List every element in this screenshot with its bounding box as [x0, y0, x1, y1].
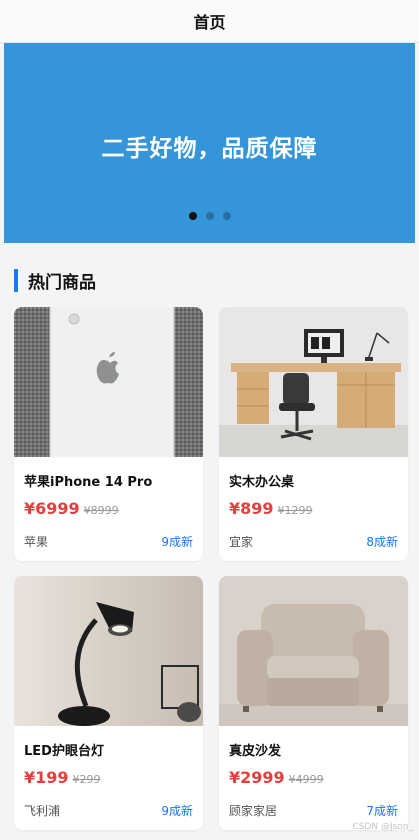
page-title: 首页: [193, 13, 226, 32]
carousel-dot[interactable]: [205, 212, 214, 220]
product-condition: 8成新: [366, 535, 398, 549]
product-price: ¥6999: [24, 499, 80, 518]
product-card[interactable]: 实木办公桌 ¥899 ¥1299 宜家 8成新: [219, 307, 408, 561]
banner-slogan: 二手好物，品质保障: [101, 136, 318, 162]
product-brand: 飞利浦: [24, 804, 61, 818]
price-row: ¥6999 ¥8999: [24, 499, 119, 518]
section-accent-bar: [14, 268, 18, 292]
product-price: ¥899: [229, 499, 274, 518]
meta-row: 苹果 9成新: [24, 533, 193, 550]
product-grid: 苹果iPhone 14 Pro ¥6999 ¥8999 苹果 9成新 实木办公桌…: [14, 307, 408, 830]
price-row: ¥899 ¥1299: [229, 499, 313, 518]
carousel-dot[interactable]: [188, 212, 197, 220]
product-name: 真皮沙发: [229, 744, 282, 759]
original-price: ¥4999: [288, 773, 324, 786]
product-card[interactable]: LED护眼台灯 ¥199 ¥299 飞利浦 9成新: [14, 576, 203, 830]
desk-lamp-photo: [14, 576, 203, 726]
armchair-photo: [219, 576, 408, 726]
meta-row: 飞利浦 9成新: [24, 802, 193, 819]
product-name: 实木办公桌: [229, 475, 295, 490]
original-price: ¥8999: [83, 504, 119, 517]
meta-row: 宜家 8成新: [229, 533, 398, 550]
product-card[interactable]: 苹果iPhone 14 Pro ¥6999 ¥8999 苹果 9成新: [14, 307, 203, 561]
section-title: 热门商品: [28, 272, 96, 293]
product-brand: 宜家: [229, 535, 254, 549]
product-condition: 7成新: [366, 804, 398, 818]
product-price: ¥2999: [229, 768, 285, 787]
watermark: CSDN @Json_: [352, 822, 413, 832]
product-brand: 苹果: [24, 535, 49, 549]
product-condition: 9成新: [161, 804, 193, 818]
banner-carousel[interactable]: 二手好物，品质保障: [4, 43, 415, 243]
office-desk-photo: [219, 307, 408, 457]
carousel-dot[interactable]: [222, 212, 231, 220]
product-brand: 顾家家居: [229, 804, 278, 818]
price-row: ¥2999 ¥4999: [229, 768, 324, 787]
meta-row: 顾家家居 7成新: [229, 802, 398, 819]
price-row: ¥199 ¥299: [24, 768, 101, 787]
product-price: ¥199: [24, 768, 69, 787]
original-price: ¥299: [72, 773, 101, 786]
carousel-indicators: [4, 212, 415, 220]
product-condition: 9成新: [161, 535, 193, 549]
iphone-back-photo: [14, 307, 203, 457]
product-name: 苹果iPhone 14 Pro: [24, 475, 153, 490]
product-name: LED护眼台灯: [24, 744, 104, 759]
section-header: 热门商品: [14, 268, 96, 293]
original-price: ¥1299: [277, 504, 313, 517]
product-card[interactable]: 真皮沙发 ¥2999 ¥4999 顾家家居 7成新: [219, 576, 408, 830]
top-nav-bar: 首页: [0, 0, 419, 43]
